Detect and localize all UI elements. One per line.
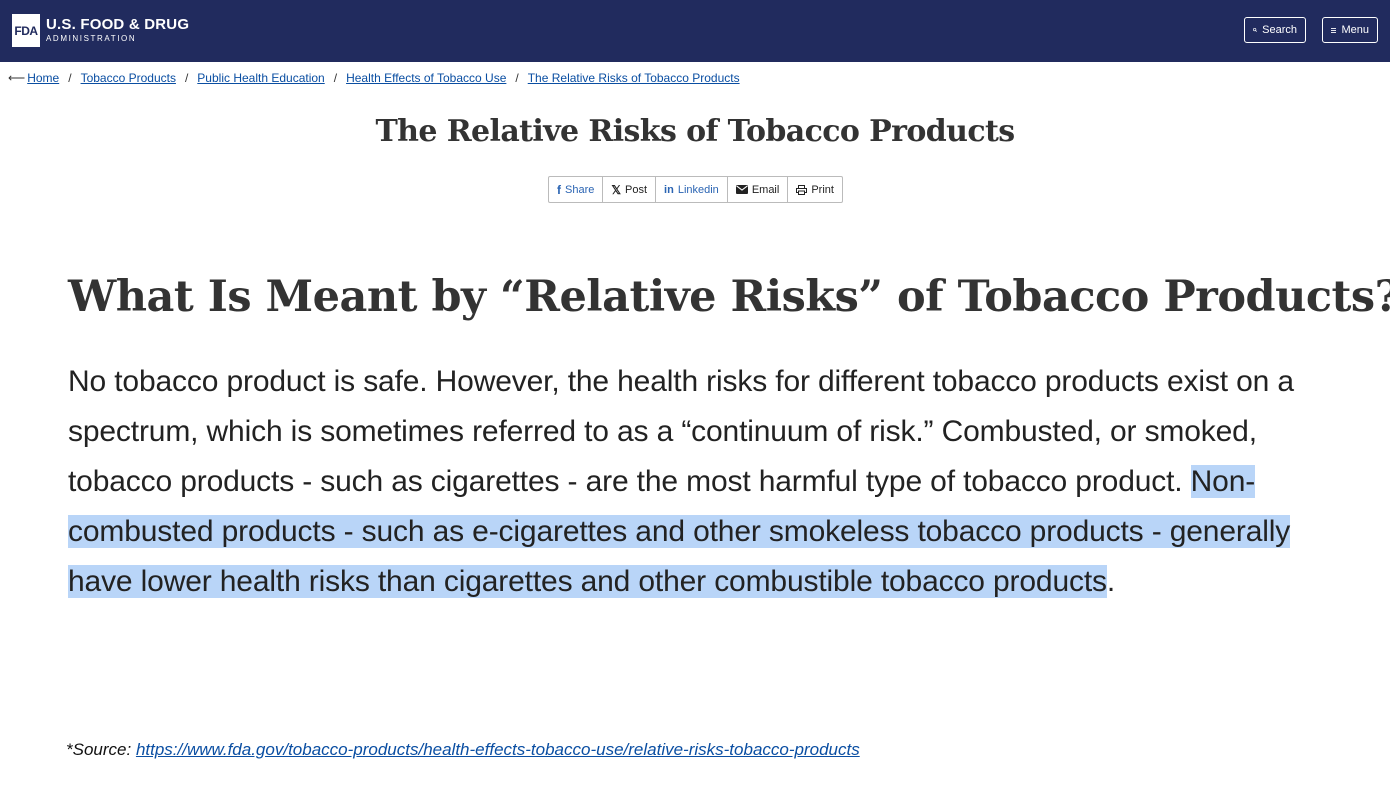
menu-button-label: Menu	[1341, 24, 1369, 36]
back-arrow-icon: ⟵	[8, 71, 26, 85]
source-link[interactable]: https://www.fda.gov/tobacco-products/hea…	[136, 740, 860, 759]
breadcrumb-separator: /	[333, 71, 338, 85]
share-bar: f Share 𝕏 Post in Linkedin Email Print	[548, 176, 843, 203]
fda-logo[interactable]: FDA U.S. FOOD & DRUG ADMINISTRATION	[12, 14, 189, 47]
breadcrumb-tobacco-products[interactable]: Tobacco Products	[81, 71, 176, 85]
site-header: FDA U.S. FOOD & DRUG ADMINISTRATION Sear…	[0, 0, 1390, 62]
share-print-button[interactable]: Print	[788, 177, 842, 202]
breadcrumb-relative-risks[interactable]: The Relative Risks of Tobacco Products	[528, 71, 740, 85]
breadcrumb: ⟵ Home / Tobacco Products / Public Healt…	[8, 71, 740, 85]
breadcrumb-public-health-education[interactable]: Public Health Education	[197, 71, 324, 85]
search-button-label: Search	[1262, 24, 1297, 36]
share-email-button[interactable]: Email	[728, 177, 789, 202]
source-label: *Source:	[66, 740, 136, 759]
hamburger-icon	[1331, 27, 1337, 33]
breadcrumb-separator: /	[184, 71, 189, 85]
paragraph-end: .	[1106, 565, 1116, 598]
menu-button[interactable]: Menu	[1322, 17, 1378, 43]
breadcrumb-home[interactable]: Home	[27, 71, 59, 85]
share-email-label: Email	[751, 183, 780, 196]
section-heading: What Is Meant by “Relative Risks” of Tob…	[68, 272, 1390, 322]
search-icon	[1253, 28, 1257, 32]
print-icon	[796, 184, 808, 195]
email-icon	[735, 185, 748, 194]
fda-logo-mark: FDA	[12, 14, 40, 47]
linkedin-icon: in	[664, 183, 674, 196]
paragraph-text: No tobacco product is safe. However, the…	[68, 365, 1294, 498]
share-x-label: Post	[625, 183, 648, 196]
search-button[interactable]: Search	[1244, 17, 1306, 43]
source-citation: *Source: https://www.fda.gov/tobacco-pro…	[66, 740, 860, 760]
logo-subtitle: ADMINISTRATION	[46, 34, 137, 43]
page-title: The Relative Risks of Tobacco Products	[375, 114, 1015, 149]
fda-logo-text: U.S. FOOD & DRUG ADMINISTRATION	[46, 17, 189, 44]
breadcrumb-health-effects[interactable]: Health Effects of Tobacco Use	[346, 71, 506, 85]
breadcrumb-separator: /	[68, 71, 72, 85]
share-linkedin-label: Linkedin	[677, 183, 719, 196]
share-facebook-label: Share	[565, 183, 595, 196]
facebook-icon: f	[557, 182, 561, 197]
x-icon: 𝕏	[611, 182, 622, 197]
share-x-button[interactable]: 𝕏 Post	[603, 177, 657, 202]
share-facebook-button[interactable]: f Share	[549, 177, 604, 202]
logo-title: U.S. FOOD & DRUG	[46, 16, 190, 33]
breadcrumb-separator: /	[515, 71, 519, 85]
share-print-label: Print	[811, 183, 834, 196]
body-paragraph: No tobacco product is safe. However, the…	[68, 357, 1328, 607]
share-linkedin-button[interactable]: in Linkedin	[656, 177, 728, 202]
